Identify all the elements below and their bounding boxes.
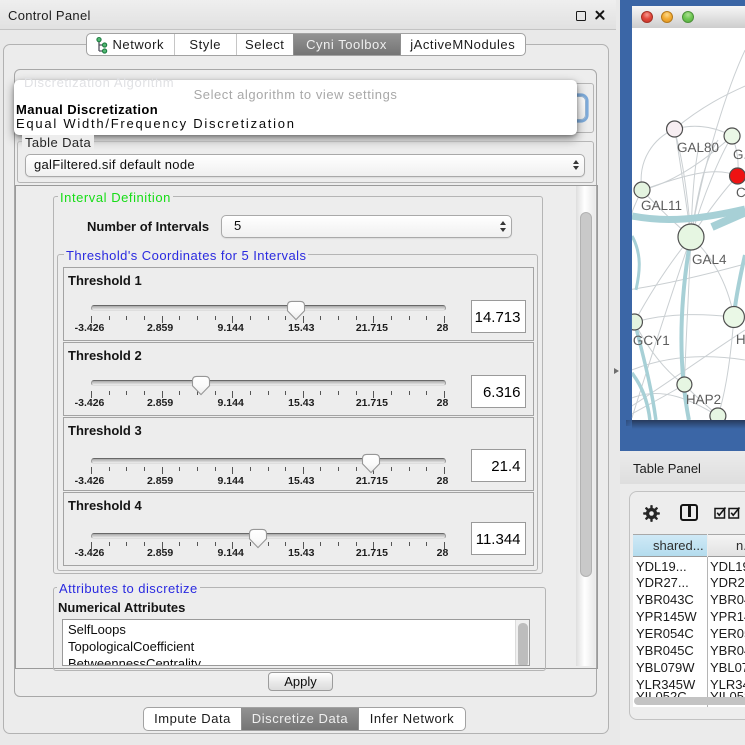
svg-text:HAP2: HAP2 [686, 392, 721, 407]
svg-text:C..: C.. [736, 185, 745, 200]
svg-text:GCY1: GCY1 [633, 333, 670, 348]
svg-text:G..: G.. [733, 147, 745, 162]
svg-text:GAL11: GAL11 [641, 198, 682, 213]
svg-text:GAL80: GAL80 [677, 140, 719, 155]
svg-text:GAL4: GAL4 [692, 252, 727, 267]
svg-text:H: H [736, 332, 745, 347]
